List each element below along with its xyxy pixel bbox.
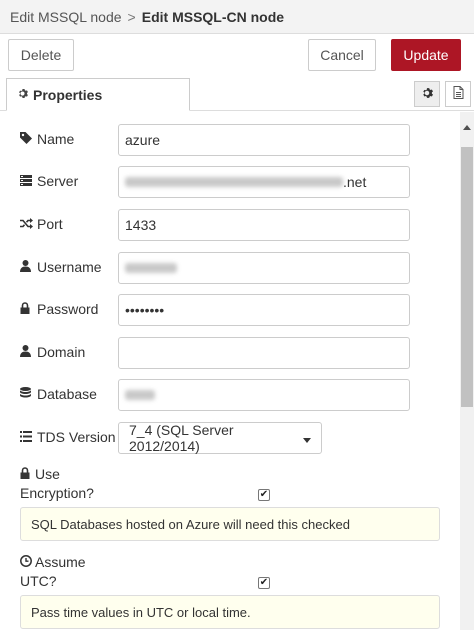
tds-version-label: TDS Version: [20, 429, 116, 445]
name-row: Name azure: [20, 124, 420, 156]
domain-row: Domain: [20, 337, 420, 369]
database-input[interactable]: [118, 379, 410, 411]
database-icon: [20, 386, 34, 402]
name-input[interactable]: azure: [118, 124, 410, 156]
list-icon: [20, 429, 34, 445]
password-label: Password: [20, 301, 98, 317]
password-row: Password ••••••••: [20, 294, 420, 326]
update-button[interactable]: Update: [391, 39, 461, 71]
node-description-button[interactable]: [445, 81, 471, 107]
delete-button[interactable]: Delete: [8, 39, 74, 71]
server-row: Server .net: [20, 166, 420, 198]
database-label: Database: [20, 386, 97, 402]
tab-bar: Properties: [0, 78, 474, 111]
lock-icon: [20, 465, 32, 484]
lock-icon: [20, 301, 34, 317]
tab-properties-label: Properties: [33, 86, 103, 103]
scrollbar[interactable]: [460, 112, 474, 630]
password-input[interactable]: ••••••••: [118, 294, 410, 326]
breadcrumb-parent-link[interactable]: Edit MSSQL node: [10, 9, 122, 25]
gear-icon: [421, 86, 433, 102]
cancel-button[interactable]: Cancel: [308, 39, 376, 71]
username-label: Username: [20, 259, 102, 275]
random-icon: [20, 216, 34, 232]
toolbar: Delete Cancel Update: [0, 34, 474, 80]
breadcrumb: Edit MSSQL node > Edit MSSQL-CN node: [0, 0, 474, 34]
domain-label: Domain: [20, 344, 85, 360]
scrollbar-thumb[interactable]: [461, 147, 473, 407]
port-input[interactable]: 1433: [118, 209, 410, 241]
tab-properties[interactable]: Properties: [6, 78, 190, 111]
username-input[interactable]: [118, 252, 410, 284]
server-label: Server: [20, 173, 78, 189]
server-icon: [20, 173, 34, 189]
port-row: Port 1433: [20, 209, 420, 241]
page-title: Edit MSSQL-CN node: [141, 8, 285, 25]
caret-down-icon: [303, 430, 311, 446]
domain-input[interactable]: [118, 337, 410, 369]
utc-label: Assume UTC?: [20, 553, 86, 589]
username-row: Username: [20, 252, 420, 284]
properties-form: Name azure Server .net Port 1433 Usernam…: [0, 112, 460, 630]
assume-utc-checkbox[interactable]: ✔: [258, 577, 270, 589]
redacted-server-host: [125, 177, 343, 187]
tds-version-selected: 7_4 (SQL Server 2012/2014): [129, 422, 234, 454]
user-icon: [20, 259, 34, 275]
encryption-tip: SQL Databases hosted on Azure will need …: [20, 507, 440, 541]
tag-icon: [20, 131, 34, 147]
name-label: Name: [20, 131, 74, 147]
redacted-username: [125, 263, 177, 273]
gear-icon: [17, 88, 28, 102]
server-input[interactable]: .net: [118, 166, 410, 198]
server-suffix: .net: [343, 174, 367, 190]
utc-tip: Pass time values in UTC or local time.: [20, 595, 440, 629]
tds-version-row: TDS Version 7_4 (SQL Server 2012/2014): [20, 422, 420, 454]
port-label: Port: [20, 216, 63, 232]
redacted-database: [125, 390, 155, 400]
use-encryption-checkbox[interactable]: ✔: [258, 489, 270, 501]
user-icon: [20, 344, 34, 360]
tds-version-select[interactable]: 7_4 (SQL Server 2012/2014): [118, 422, 322, 454]
file-icon: [453, 86, 464, 102]
clock-icon: [20, 553, 32, 572]
scroll-up-arrow-icon[interactable]: [460, 122, 474, 132]
breadcrumb-separator: >: [127, 8, 136, 25]
node-settings-button[interactable]: [414, 81, 440, 107]
database-row: Database: [20, 379, 420, 411]
encryption-label: Use Encryption?: [20, 465, 94, 501]
